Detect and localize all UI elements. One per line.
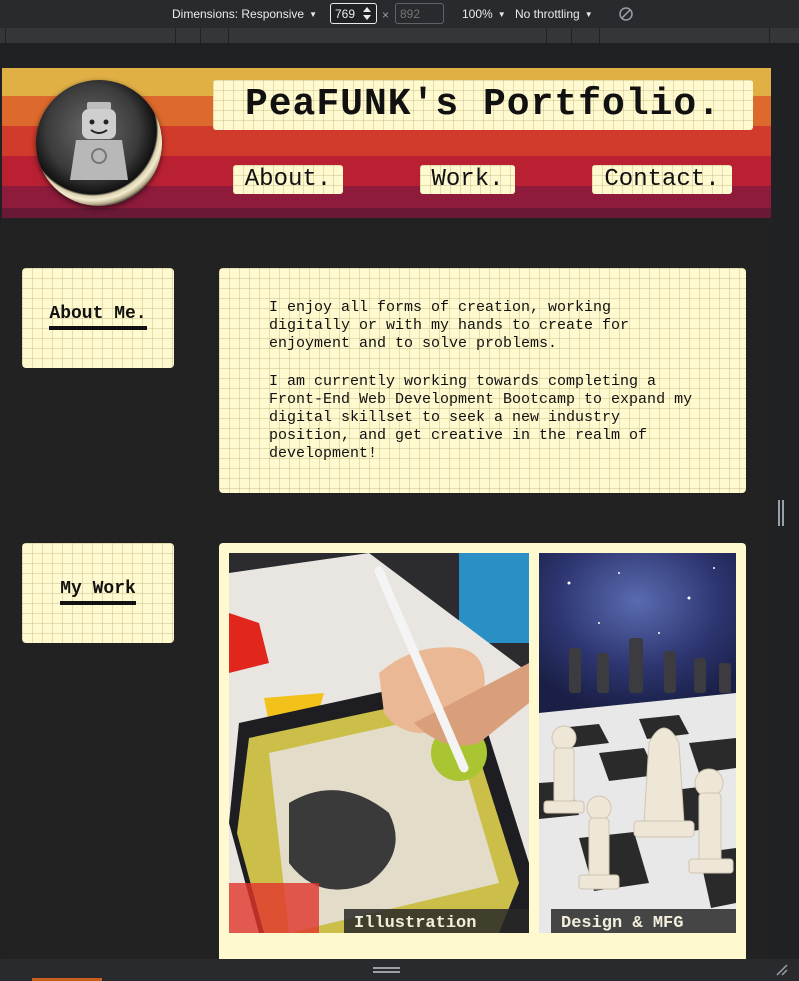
resize-handle-right[interactable] bbox=[778, 500, 784, 526]
nav-contact-button[interactable]: Contact. bbox=[592, 165, 732, 194]
page-viewport: PeaFUNK's Portfolio. About. Work. Contac… bbox=[2, 68, 771, 959]
nav-work-button[interactable]: Work. bbox=[420, 165, 515, 194]
media-query-segment[interactable] bbox=[5, 28, 175, 44]
work-gallery: Illustration Design & MFG bbox=[219, 543, 746, 959]
project-caption: Design & MFG bbox=[551, 909, 736, 933]
lego-figure-icon bbox=[70, 102, 128, 180]
media-query-segment[interactable] bbox=[599, 28, 769, 44]
project-tile-illustration[interactable]: Illustration bbox=[229, 553, 529, 933]
chevron-down-icon: ▼ bbox=[497, 10, 506, 19]
height-input[interactable] bbox=[395, 3, 444, 24]
about-heading-card: About Me. bbox=[22, 268, 174, 368]
about-paragraph: I am currently working towards completin… bbox=[269, 373, 693, 462]
media-query-segment[interactable] bbox=[200, 28, 228, 44]
about-text-card: I enjoy all forms of creation, working d… bbox=[219, 268, 746, 493]
about-heading: About Me. bbox=[49, 304, 147, 330]
nav-about-button[interactable]: About. bbox=[233, 165, 343, 194]
work-heading-card: My Work bbox=[22, 543, 174, 643]
media-query-segment[interactable] bbox=[546, 28, 571, 44]
dimensions-label: Dimensions: Responsive bbox=[172, 7, 305, 21]
media-query-segment[interactable] bbox=[175, 28, 200, 44]
chess-photo bbox=[539, 553, 736, 933]
media-query-segment[interactable] bbox=[769, 28, 799, 44]
dimensions-dropdown[interactable]: Dimensions: Responsive ▼ bbox=[172, 7, 317, 21]
zoom-dropdown[interactable]: 100% ▼ bbox=[462, 7, 506, 21]
project-tile-design[interactable]: Design & MFG bbox=[539, 553, 736, 933]
rotate-icon[interactable] bbox=[617, 5, 635, 23]
throttling-dropdown[interactable]: No throttling ▼ bbox=[515, 7, 593, 21]
throttling-label: No throttling bbox=[515, 7, 580, 21]
illustration-photo bbox=[229, 553, 529, 933]
device-toolbar: Dimensions: Responsive ▼ × 100% ▼ No throt… bbox=[0, 0, 799, 28]
project-caption: Illustration bbox=[344, 909, 529, 933]
header-stripe bbox=[2, 208, 771, 218]
site-header: PeaFUNK's Portfolio. About. Work. Contac… bbox=[2, 68, 771, 218]
about-paragraph: I enjoy all forms of creation, working d… bbox=[269, 299, 630, 352]
media-query-segment[interactable] bbox=[228, 28, 546, 44]
chevron-down-icon: ▼ bbox=[584, 10, 593, 19]
chevron-down-icon: ▼ bbox=[309, 10, 317, 19]
resize-corner-icon[interactable] bbox=[775, 963, 789, 977]
media-query-segment[interactable] bbox=[571, 28, 599, 44]
work-heading: My Work bbox=[60, 579, 136, 605]
zoom-label: 100% bbox=[462, 7, 493, 21]
resize-handle-bottom[interactable] bbox=[373, 967, 400, 973]
viewport-area: PeaFUNK's Portfolio. About. Work. Contac… bbox=[0, 44, 799, 959]
media-query-bar bbox=[0, 28, 799, 44]
times-sign: × bbox=[382, 8, 390, 22]
site-title: PeaFUNK's Portfolio. bbox=[213, 80, 753, 130]
spinner-icon[interactable] bbox=[361, 5, 373, 22]
